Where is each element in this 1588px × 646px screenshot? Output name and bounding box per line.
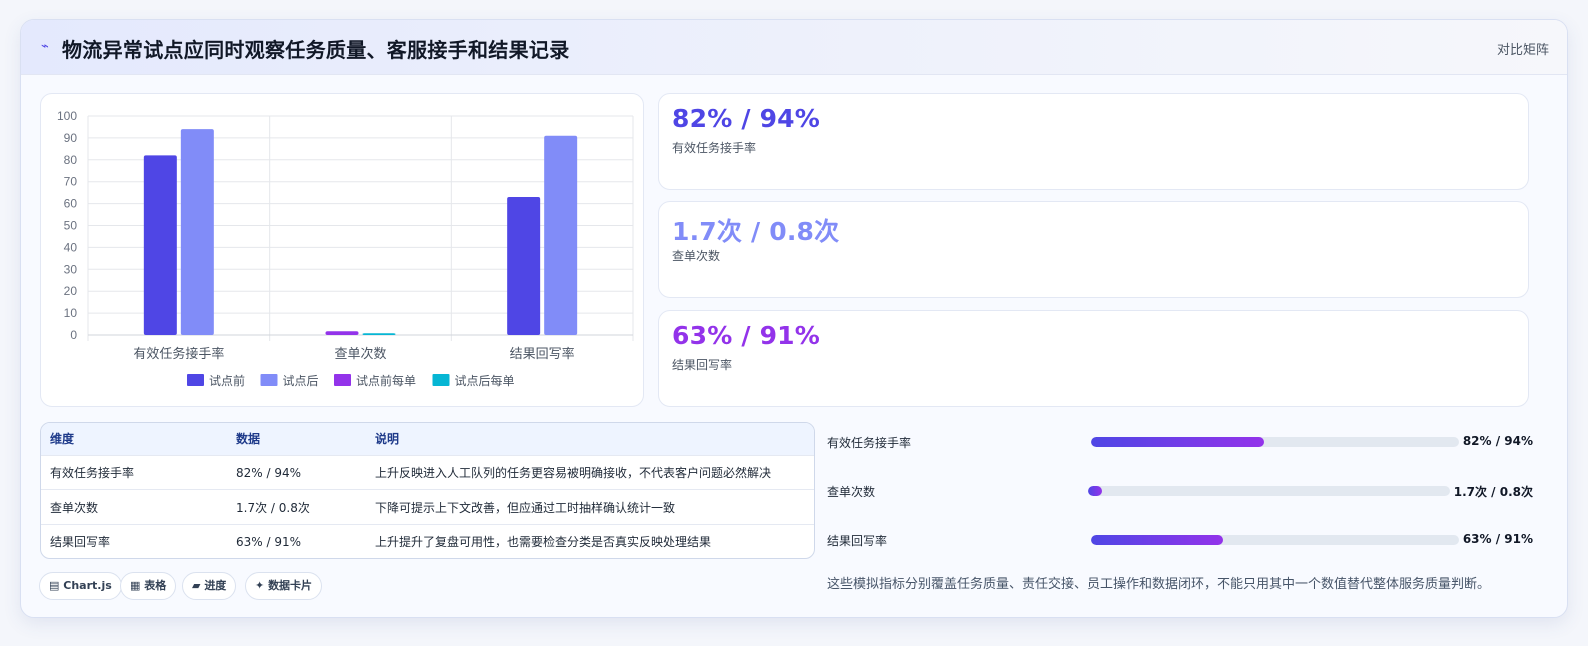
- stat-card-lookups: 1.7次 / 0.8次 查单次数: [658, 201, 1529, 298]
- legend-label: 试点前每单: [356, 373, 416, 388]
- column-header: 说明: [375, 432, 400, 446]
- stat-label: 结果回写率: [672, 358, 733, 372]
- progress-value: 63% / 91%: [1462, 532, 1533, 546]
- chip-label: 进度: [204, 579, 227, 592]
- stat-value: 82% / 94%: [672, 104, 821, 133]
- table-cell: 1.7次 / 0.8次: [236, 501, 310, 515]
- table-row: 查单次数 1.7次 / 0.8次 下降可提示上下文改善，但应通过工时抽样确认统计…: [41, 491, 814, 525]
- matrix-tag: 对比矩阵: [1496, 43, 1549, 58]
- y-tick-label: 90: [64, 131, 78, 145]
- stat-label: 查单次数: [672, 249, 721, 263]
- y-tick-label: 100: [57, 109, 77, 123]
- bar-chart: 0 10 20 30 40 50 60 70 80 90 100 有效任务接手率 查单次数 结果回写率试点…: [57, 109, 634, 388]
- progress-track: [1091, 437, 1459, 447]
- x-tick-label: 结果回写率: [510, 346, 575, 362]
- progress-label: 有效任务接手率: [827, 436, 912, 450]
- progress-track: [1091, 535, 1459, 545]
- progress-value: 82% / 94%: [1462, 434, 1533, 448]
- table-cell: 查单次数: [50, 501, 99, 515]
- table-cell: 下降可提示上下文改善，但应通过工时抽样确认统计一致: [375, 501, 676, 515]
- y-tick-label: 40: [64, 240, 78, 254]
- y-tick-label: 30: [64, 262, 78, 276]
- stat-card-writeback: 63% / 91% 结果回写率: [658, 310, 1529, 407]
- legend-swatch: [187, 374, 204, 386]
- y-tick-label: 80: [64, 153, 78, 167]
- progress-icon: ▰: [192, 579, 201, 592]
- bar: [544, 135, 578, 335]
- bolt-icon: ⌁: [41, 39, 49, 54]
- progress-track: [1088, 486, 1450, 496]
- chip-data-card[interactable]: ✦ 数据卡片: [245, 572, 323, 600]
- sparkle-icon: ✦: [255, 579, 265, 592]
- progress-label: 查单次数: [827, 485, 876, 499]
- chip-label: 数据卡片: [268, 579, 313, 592]
- column-header: 维度: [50, 432, 75, 446]
- table-cell: 63% / 91%: [236, 535, 302, 549]
- metrics-table: 维度 数据 说明 有效任务接手率 82% / 94% 上升反映进入人工队列的任务…: [40, 422, 815, 559]
- legend-swatch: [260, 374, 278, 386]
- progress-fill: [1091, 535, 1224, 545]
- y-tick-label: 10: [64, 306, 78, 320]
- chip-progress[interactable]: ▰ 进度: [182, 572, 237, 600]
- chip-table[interactable]: ▦ 表格: [120, 572, 177, 600]
- y-tick-label: 60: [64, 197, 78, 211]
- footnote: 这些模拟指标分别覆盖任务质量、责任交接、员工操作和数据闭环，不能只用其中一个数值…: [827, 577, 1491, 592]
- table-cell: 上升反映进入人工队列的任务更容易被明确接收，不代表客户问题必然解决: [375, 466, 772, 480]
- stat-value: 63% / 91%: [672, 321, 821, 350]
- y-tick-label: 20: [64, 284, 78, 298]
- chip-label: 表格: [144, 579, 167, 592]
- stat-card-acceptance: 82% / 94% 有效任务接手率: [658, 93, 1529, 190]
- bar-chart-card: 0 10 20 30 40 50 60 70 80 90 100 有效任务接手率 查单次数 结果回写率试点…: [40, 93, 644, 407]
- table-row: 有效任务接手率 82% / 94% 上升反映进入人工队列的任务更容易被明确接收，…: [41, 456, 814, 490]
- chip-chartjs[interactable]: ▤ Chart.js: [39, 572, 122, 600]
- panel-header: ⌁ 物流异常试点应同时观察任务质量、客服接手和结果记录 对比矩阵: [21, 20, 1567, 75]
- chart-icon: ▤: [49, 579, 60, 592]
- legend-swatch: [432, 374, 450, 386]
- y-tick-label: 70: [64, 175, 78, 189]
- x-tick-label: 查单次数: [334, 346, 386, 362]
- legend-label: 试点前: [209, 373, 245, 388]
- table-row: 结果回写率 63% / 91% 上升提升了复盘可用性，也需要检查分类是否真实反映…: [41, 525, 814, 558]
- progress-row: 有效任务接手率 82% / 94%: [827, 432, 1533, 452]
- legend-label: 试点后每单: [455, 373, 515, 388]
- legend-swatch: [334, 374, 351, 386]
- progress-list: 有效任务接手率 82% / 94% 查单次数 1.7次 / 0.8次 结果回写率…: [827, 422, 1533, 572]
- bar: [143, 155, 177, 335]
- table-icon: ▦: [130, 579, 141, 592]
- chip-label: Chart.js: [63, 579, 112, 592]
- stat-label: 有效任务接手率: [672, 141, 757, 155]
- y-tick-label: 0: [70, 328, 77, 342]
- progress-fill: [1091, 437, 1264, 447]
- y-tick-label: 50: [64, 219, 78, 233]
- progress-row: 查单次数 1.7次 / 0.8次: [827, 481, 1533, 501]
- progress-fill: [1088, 486, 1103, 496]
- bar: [507, 197, 541, 335]
- table-cell: 上升提升了复盘可用性，也需要检查分类是否真实反映处理结果: [375, 535, 712, 549]
- progress-label: 结果回写率: [827, 534, 888, 548]
- table-cell: 82% / 94%: [236, 466, 302, 480]
- legend-label: 试点后: [283, 373, 319, 388]
- table-cell: 结果回写率: [50, 535, 111, 549]
- bar: [180, 129, 214, 335]
- table-header-row: 维度 数据 说明: [41, 423, 814, 456]
- table-cell: 有效任务接手率: [50, 466, 135, 480]
- x-tick-label: 有效任务接手率: [133, 346, 224, 362]
- panel-title: 物流异常试点应同时观察任务质量、客服接手和结果记录: [62, 38, 570, 62]
- comparison-panel: ⌁ 物流异常试点应同时观察任务质量、客服接手和结果记录 对比矩阵 0 10 20 30…: [20, 19, 1568, 618]
- progress-row: 结果回写率 63% / 91%: [827, 530, 1533, 550]
- stat-value: 1.7次 / 0.8次: [672, 217, 840, 246]
- bar: [362, 333, 396, 335]
- bar: [325, 331, 359, 335]
- column-header: 数据: [236, 432, 261, 446]
- progress-value: 1.7次 / 0.8次: [1453, 485, 1533, 499]
